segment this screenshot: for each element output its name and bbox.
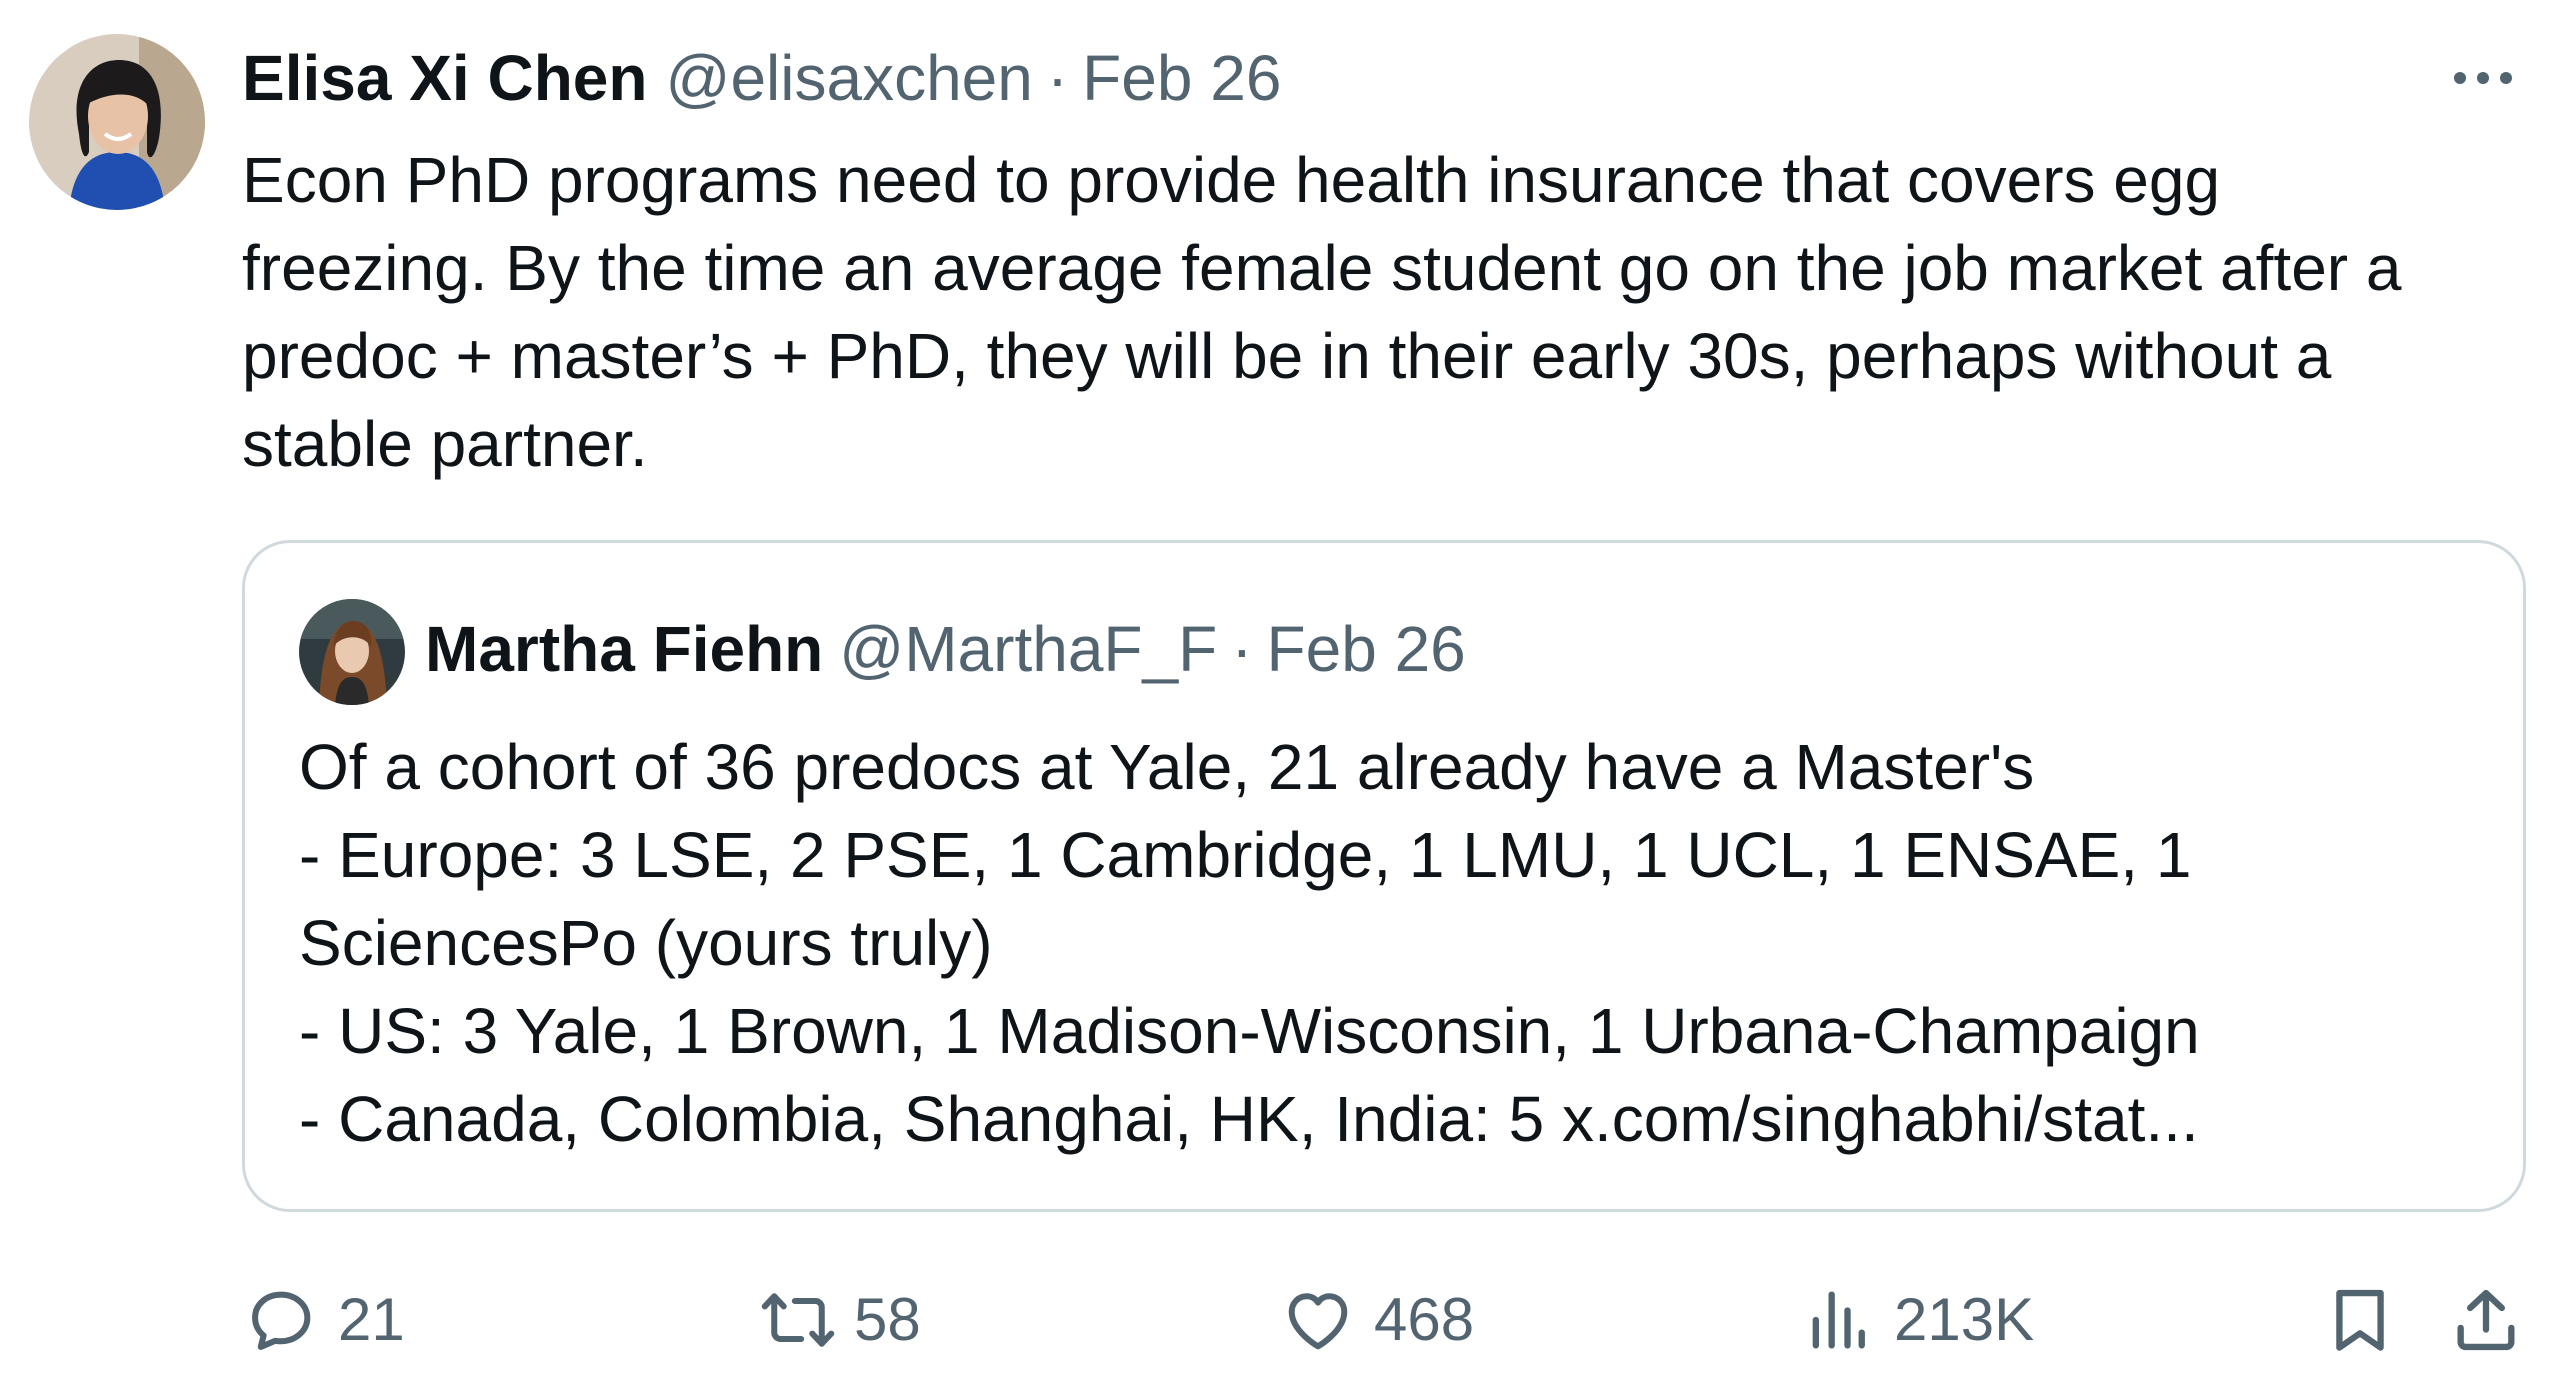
- quoted-tweet-card[interactable]: Martha Fiehn @MarthaF_F · Feb 26 Of a co…: [242, 540, 2526, 1212]
- reply-count: 21: [338, 1286, 405, 1353]
- retweet-count: 58: [854, 1286, 921, 1353]
- like-button[interactable]: 468: [1280, 1270, 1474, 1370]
- tweet: Elisa Xi Chen @elisaxchen · Feb 26 Econ …: [0, 0, 2550, 1384]
- action-bar: 21 58 468 213K: [0, 1270, 2550, 1370]
- profile-photo-icon: [29, 34, 205, 210]
- quoted-text-line: Of a cohort of 36 predocs at Yale, 21 al…: [299, 731, 2035, 803]
- reply-button[interactable]: 21: [244, 1270, 405, 1370]
- retweet-button[interactable]: 58: [760, 1270, 921, 1370]
- share-icon: [2457, 1289, 2515, 1351]
- bookmark-button[interactable]: [2322, 1270, 2398, 1370]
- quoted-author-avatar[interactable]: [299, 599, 405, 705]
- tweet-text: Econ PhD programs need to provide health…: [242, 144, 2402, 480]
- quoted-text-line: - US: 3 Yale, 1 Brown, 1 Madison-Wiscons…: [299, 995, 2200, 1067]
- author-display-name[interactable]: Elisa Xi Chen: [242, 38, 647, 118]
- separator-dot: ·: [1231, 613, 1253, 685]
- views-icon: [1812, 1291, 1865, 1349]
- tweet-date[interactable]: Feb 26: [1082, 38, 1281, 118]
- share-button[interactable]: [2448, 1270, 2524, 1370]
- author-handle[interactable]: @elisaxchen: [665, 38, 1032, 118]
- like-count: 468: [1374, 1286, 1475, 1353]
- quoted-tweet-header: Martha Fiehn @MarthaF_F · Feb 26: [425, 609, 1466, 689]
- reply-icon: [252, 1291, 311, 1350]
- quoted-text-line: - Europe: 3 LSE, 2 PSE, 1 Cambridge, 1 L…: [299, 819, 2192, 979]
- tweet-header: Elisa Xi Chen @elisaxchen · Feb 26: [242, 38, 1281, 118]
- quoted-author-display-name[interactable]: Martha Fiehn: [425, 609, 823, 689]
- quoted-author-handle[interactable]: @MarthaF_F: [839, 609, 1217, 689]
- views-count: 213K: [1894, 1286, 2035, 1353]
- quoted-text-line: - Canada, Colombia, Shanghai, HK, India:…: [299, 1083, 2199, 1155]
- quoted-tweet-text: Of a cohort of 36 predocs at Yale, 21 al…: [299, 723, 2479, 1163]
- heart-icon: [1288, 1293, 1348, 1350]
- profile-photo-icon: [299, 599, 405, 705]
- separator-dot: ·: [1046, 42, 1069, 114]
- retweet-icon: [761, 1293, 835, 1347]
- views-button[interactable]: 213K: [1800, 1270, 2034, 1370]
- more-options-button[interactable]: [2448, 58, 2518, 98]
- quoted-tweet-date[interactable]: Feb 26: [1267, 609, 1466, 689]
- author-avatar[interactable]: [29, 34, 205, 210]
- more-horizontal-icon: [2454, 72, 2512, 84]
- bookmark-icon: [2336, 1289, 2384, 1351]
